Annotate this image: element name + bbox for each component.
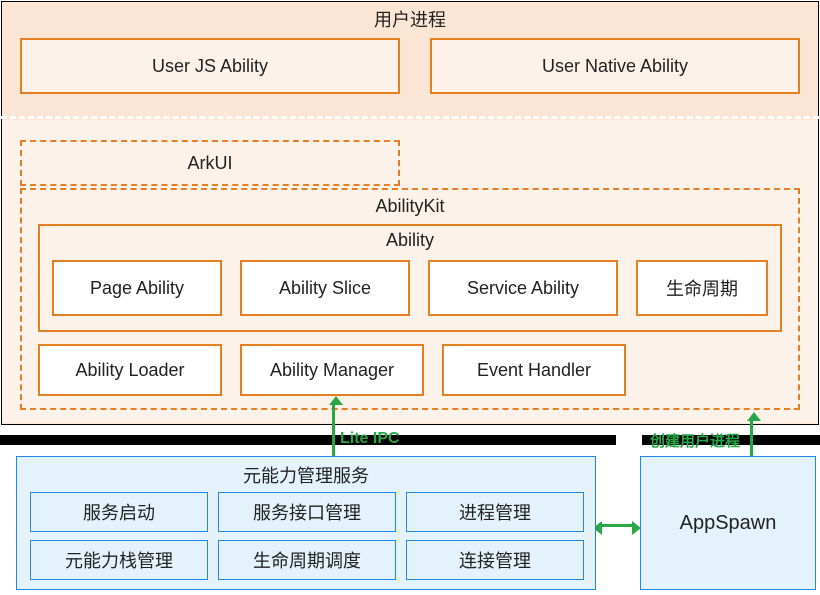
abilitykit-title: AbilityKit	[20, 196, 800, 217]
ability-manager-box: Ability Manager	[240, 344, 424, 396]
spawn-user-label: 创建用户进程	[650, 430, 740, 451]
lifecycle-box: 生命周期	[636, 260, 768, 316]
conn-mgmt-box: 连接管理	[406, 540, 584, 580]
service-if-mgmt-box: 服务接口管理	[218, 492, 396, 532]
page-ability-box: Page Ability	[52, 260, 222, 316]
stack-mgmt-box: 元能力栈管理	[30, 540, 208, 580]
service-start-box: 服务启动	[30, 492, 208, 532]
ability-slice-box: Ability Slice	[240, 260, 410, 316]
black-bar-left	[0, 435, 616, 445]
divider-dashed	[1, 116, 819, 119]
service-ability-box: Service Ability	[428, 260, 618, 316]
mgmt-service-title: 元能力管理服务	[16, 462, 596, 488]
ability-loader-box: Ability Loader	[38, 344, 222, 396]
lite-ipc-label: Lite IPC	[340, 430, 400, 448]
user-process-title: 用户进程	[0, 6, 820, 32]
user-js-ability-box: User JS Ability	[20, 38, 400, 94]
architecture-diagram: 用户进程 User JS Ability User Native Ability…	[0, 0, 820, 595]
spawn-user-arrow	[750, 420, 753, 458]
user-native-ability-box: User Native Ability	[430, 38, 800, 94]
process-mgmt-box: 进程管理	[406, 492, 584, 532]
lifecycle-sched-box: 生命周期调度	[218, 540, 396, 580]
event-handler-box: Event Handler	[442, 344, 626, 396]
arkui-box: ArkUI	[20, 140, 400, 186]
appspawn-box: AppSpawn	[640, 456, 816, 590]
appspawn-link-arrow	[601, 524, 633, 527]
ability-group-title: Ability	[38, 230, 782, 251]
